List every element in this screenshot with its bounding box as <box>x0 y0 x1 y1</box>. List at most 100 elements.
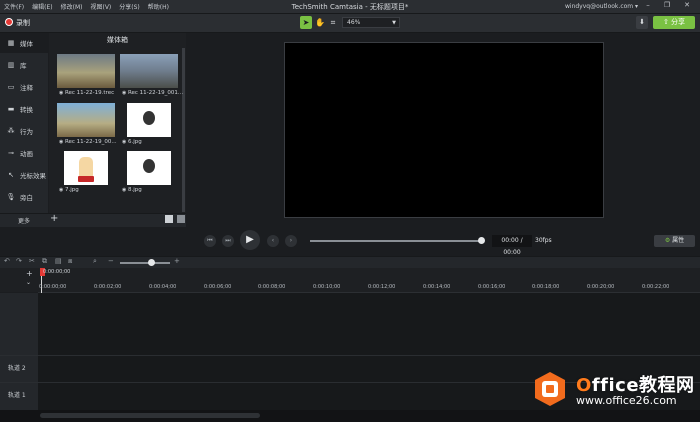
track-label[interactable]: 轨道 1 <box>8 390 26 399</box>
select-tool-icon[interactable]: ➤ <box>300 16 312 29</box>
media-item-name: Rec 11-22-19_00... <box>59 139 117 145</box>
watermark-url: www.office26.com <box>576 394 677 407</box>
paste-icon[interactable]: ▤ <box>55 257 62 265</box>
split-icon[interactable]: ⧈ <box>68 257 72 266</box>
timeline-scrollbar[interactable] <box>40 413 260 418</box>
share-label: 分享 <box>671 18 686 26</box>
media-item[interactable]: 6.jpg <box>120 103 178 148</box>
next-icon[interactable]: › <box>285 235 297 247</box>
transition-icon: ▬ <box>7 105 15 113</box>
add-icon[interactable]: + <box>50 213 58 224</box>
track-headers: 轨道 2 轨道 1 <box>0 293 39 410</box>
ruler-tick-label: 0:00:12;00 <box>368 284 396 290</box>
previous-icon[interactable]: ‹ <box>267 235 279 247</box>
ruler-tick-label: 0:00:08;00 <box>258 284 286 290</box>
sticker-graphic <box>79 157 93 177</box>
cursor-effect-icon: ↖ <box>8 171 14 179</box>
pan-tool-icon[interactable]: ✋ <box>314 16 326 29</box>
sidebar-item-label: 注释 <box>20 84 33 92</box>
list-view-icon[interactable] <box>177 215 185 223</box>
library-icon: ▥ <box>7 61 15 69</box>
preview-canvas[interactable] <box>284 42 604 218</box>
redo-icon[interactable]: ↷ <box>16 257 22 265</box>
media-item-name: 7.jpg <box>59 187 79 193</box>
add-track-icon[interactable]: + <box>26 269 33 278</box>
ruler-tick-label: 0:00:04;00 <box>149 284 177 290</box>
media-item[interactable]: Rec 11-22-19_001... <box>120 54 183 99</box>
ruler-tick-label: 0:00:00;00 <box>39 284 67 290</box>
sidebar-item-annotations[interactable]: ▭ 注释 <box>0 77 48 97</box>
playback-progress-handle[interactable] <box>478 237 485 244</box>
image-thumbnail <box>127 103 171 137</box>
record-button[interactable]: 录制 <box>16 18 30 28</box>
ruler-tick-label: 0:00:20;00 <box>587 284 615 290</box>
undo-icon[interactable]: ↶ <box>4 257 10 265</box>
account-menu[interactable]: windyvq@outlook.com ▾ <box>565 3 638 10</box>
image-thumbnail <box>127 151 171 185</box>
track-divider <box>0 355 700 356</box>
sidebar-item-library[interactable]: ▥ 库 <box>0 55 48 75</box>
timeline-zoom-track[interactable] <box>120 262 170 264</box>
sidebar-item-label: 光标效果 <box>20 172 46 180</box>
zoom-search-icon[interactable]: ⌕ <box>93 257 97 266</box>
download-icon[interactable]: ⬇ <box>636 16 648 29</box>
sidebar-item-animations[interactable]: ⊸ 动画 <box>0 143 48 163</box>
step-back-icon[interactable]: ⏮ <box>204 235 216 247</box>
crop-tool-icon[interactable]: ⌗ <box>327 16 339 29</box>
ruler-tick-label: 0:00:14;00 <box>423 284 451 290</box>
sidebar-item-voice-narration[interactable]: 🎙 旁白 <box>0 187 48 207</box>
media-bin-title: 媒体箱 <box>107 36 128 44</box>
image-thumbnail <box>64 151 108 185</box>
media-item[interactable]: 7.jpg <box>57 151 115 196</box>
sticker-graphic <box>143 159 155 173</box>
sidebar-item-cursor-effects[interactable]: ↖ 光标效果 <box>0 165 48 185</box>
sidebar-item-transitions[interactable]: ▬ 转换 <box>0 99 48 119</box>
media-item-name: Rec 11-22-19.trec <box>59 90 114 96</box>
zoom-dropdown[interactable]: 46% ▼ <box>342 17 400 28</box>
copy-icon[interactable]: ⧉ <box>42 257 47 266</box>
ruler-tick-label: 0:00:10;00 <box>313 284 341 290</box>
play-icon[interactable]: ▶ <box>240 230 260 250</box>
minimize-icon[interactable]: – <box>642 1 654 11</box>
maximize-icon[interactable]: ❐ <box>661 1 673 11</box>
video-thumbnail <box>57 103 115 137</box>
cut-icon[interactable]: ✂ <box>29 257 35 265</box>
ruler-tick-label: 0:00:06;00 <box>204 284 232 290</box>
sidebar-item-label: 转换 <box>20 106 33 114</box>
sidebar-item-label: 动画 <box>20 150 33 158</box>
video-thumbnail <box>57 54 115 88</box>
more-button[interactable]: 更多 <box>18 216 30 225</box>
office-logo-icon <box>535 372 565 406</box>
media-item[interactable]: 8.jpg <box>120 151 178 196</box>
sidebar-item-media[interactable]: ▦ 媒体 <box>0 33 48 53</box>
media-item-name: 6.jpg <box>122 139 142 145</box>
media-bin-scrollbar[interactable] <box>182 48 185 212</box>
timeline-zoom-handle[interactable] <box>148 259 155 266</box>
sidebar-item-label: 媒体 <box>20 40 33 48</box>
media-item[interactable]: Rec 11-22-19_00... <box>57 103 117 148</box>
film-icon: ▦ <box>7 39 15 47</box>
step-forward-icon[interactable]: ⏭ <box>222 235 234 247</box>
grid-view-icon[interactable] <box>165 215 173 223</box>
microphone-icon: 🎙 <box>6 193 16 201</box>
playback-progress-track[interactable] <box>310 240 482 242</box>
media-item-name: 8.jpg <box>122 187 142 193</box>
collapse-tracks-icon[interactable]: ⌄ <box>26 279 31 286</box>
zoom-in-icon[interactable]: + <box>174 257 180 265</box>
record-icon[interactable] <box>5 18 13 26</box>
time-display: 00:00 / 00:00 <box>492 235 532 256</box>
close-icon[interactable]: ✕ <box>681 1 693 11</box>
media-item[interactable]: Rec 11-22-19.trec <box>57 54 115 99</box>
watermark: Office教程网 www.office26.com <box>528 369 698 413</box>
sticker-caption-bar <box>78 176 94 182</box>
properties-button[interactable]: ⚙ 属性 <box>654 235 695 247</box>
zoom-out-icon[interactable]: − <box>108 257 114 265</box>
media-item-name: Rec 11-22-19_001... <box>122 90 183 96</box>
sidebar-item-label: 库 <box>20 62 27 70</box>
share-button[interactable]: ⇧ 分享 <box>653 16 695 29</box>
playhead-time: 0:00:00;00 <box>43 269 71 275</box>
sidebar-item-behaviors[interactable]: ⁂ 行为 <box>0 121 48 141</box>
behavior-icon: ⁂ <box>7 127 15 135</box>
track-label[interactable]: 轨道 2 <box>8 363 26 372</box>
sidebar-item-label: 旁白 <box>20 194 33 202</box>
